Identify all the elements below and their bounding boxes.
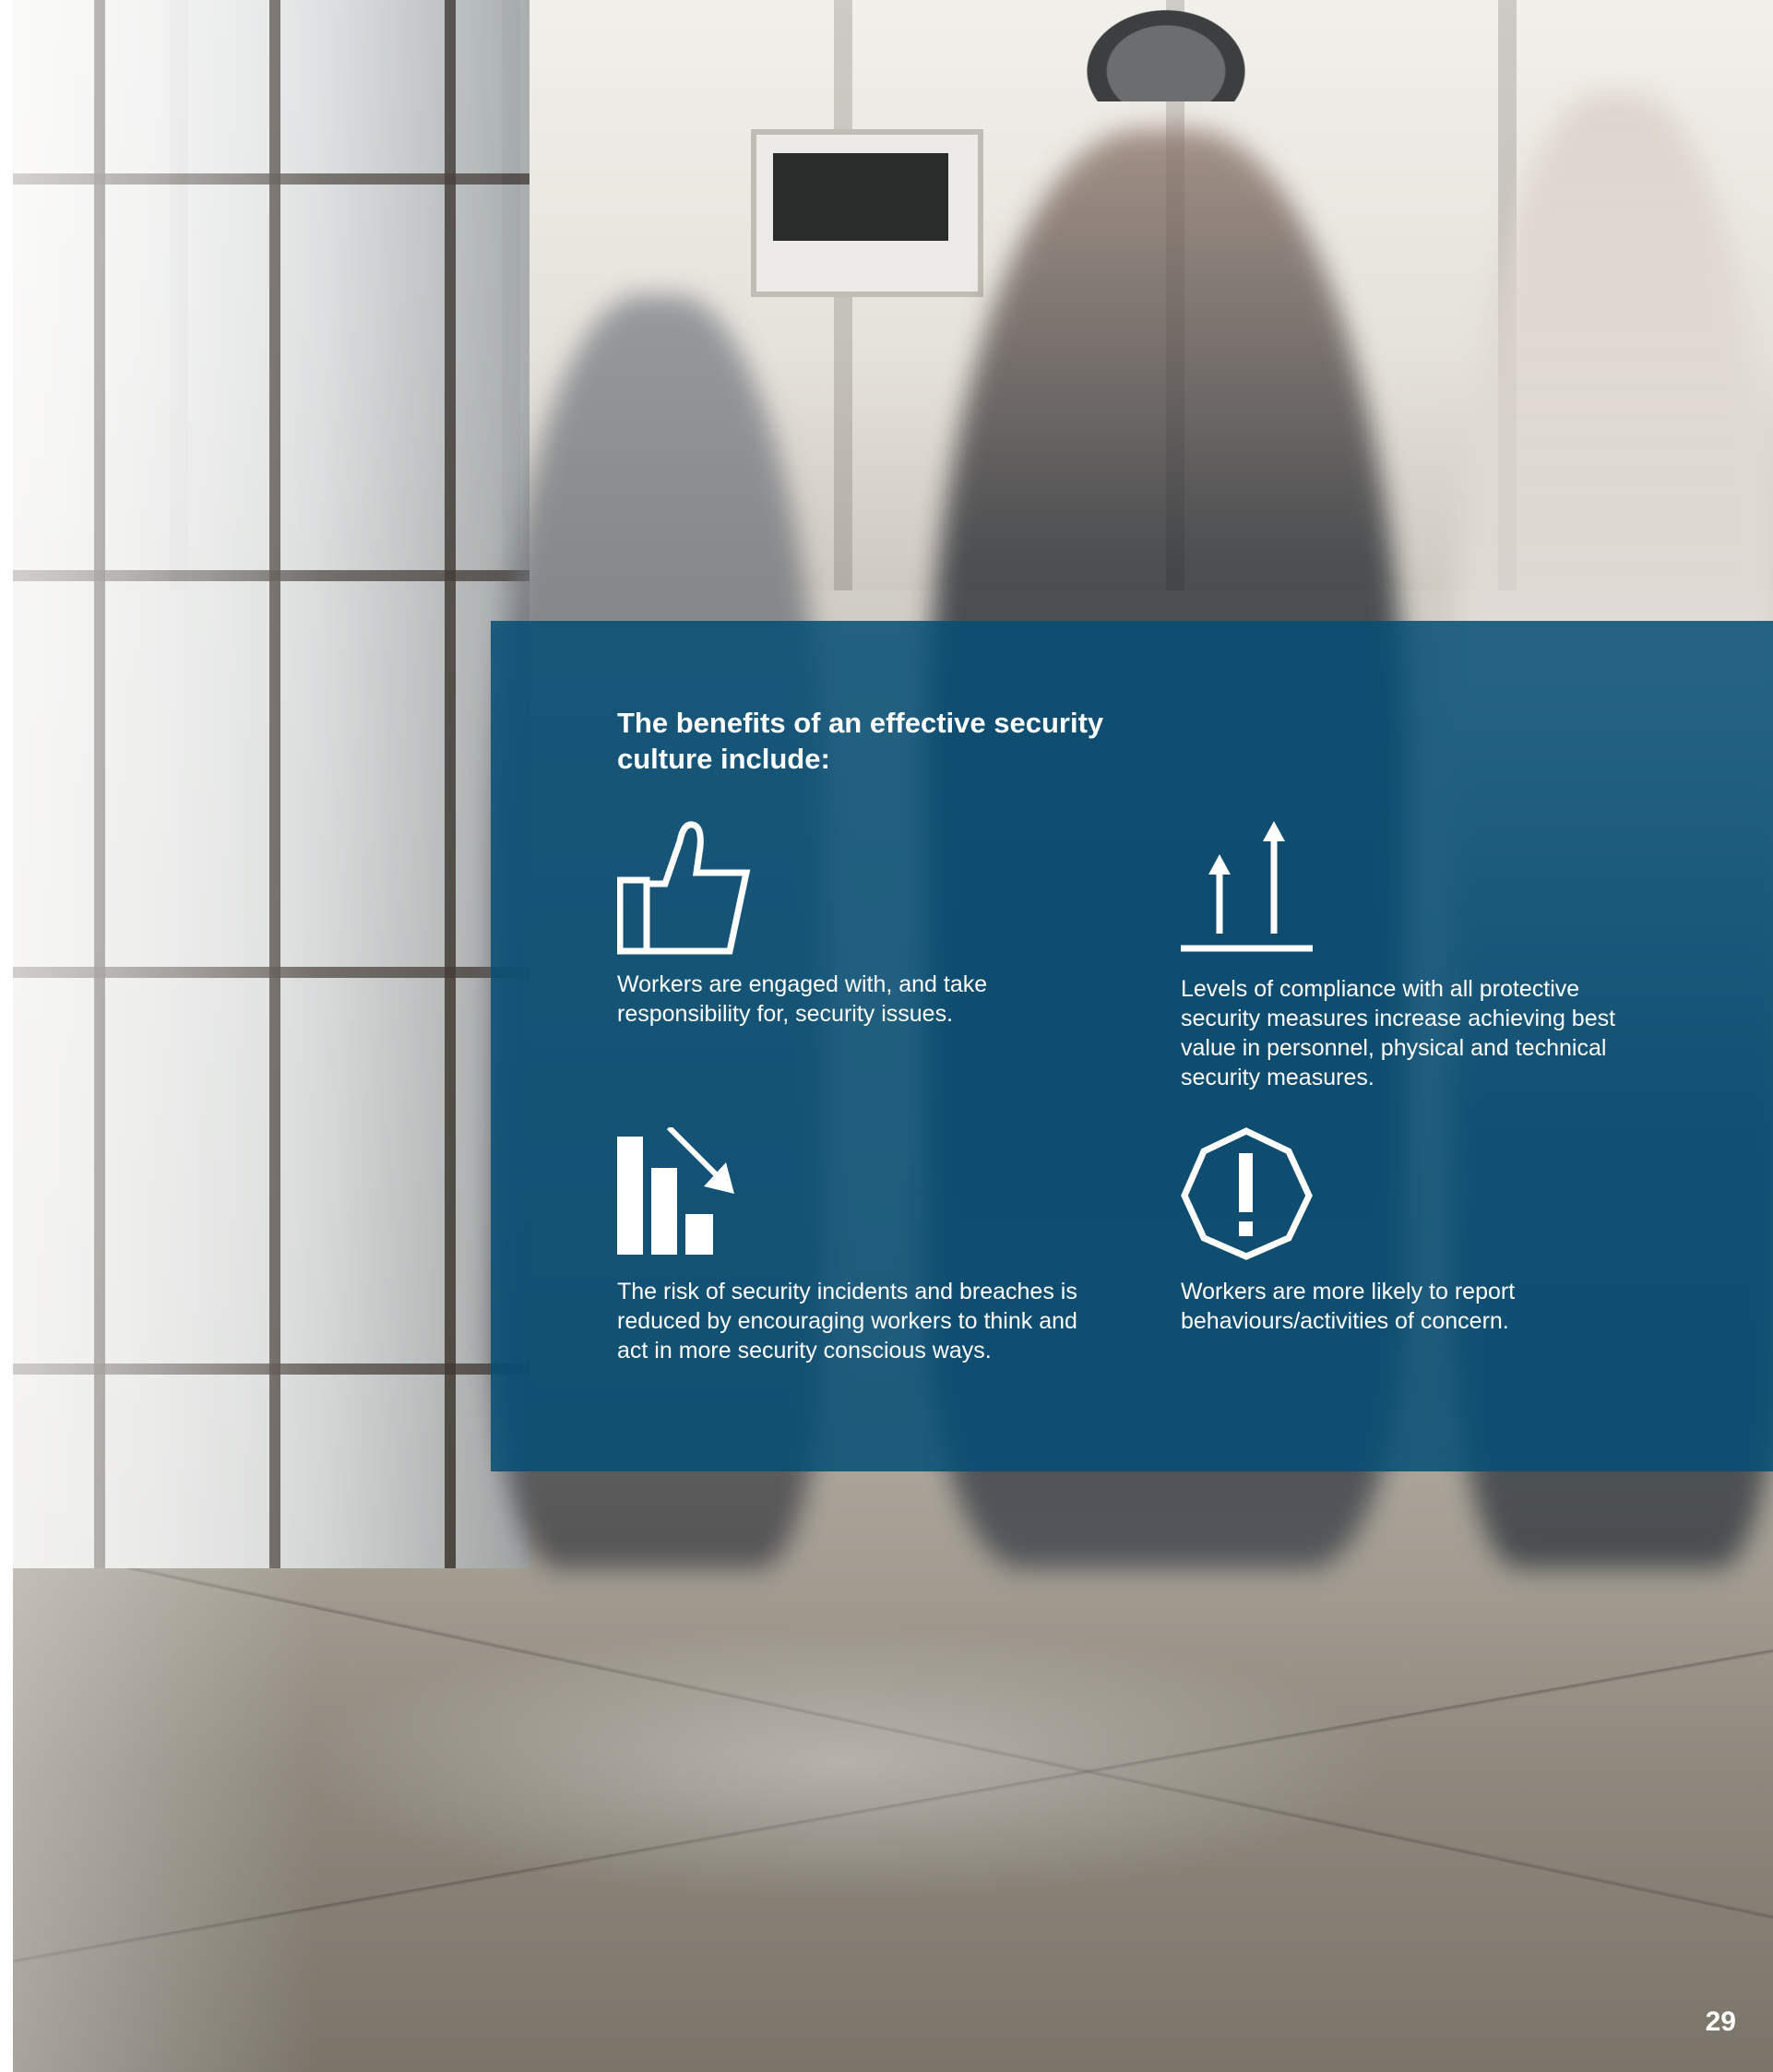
thumbs-up-icon <box>616 819 756 962</box>
background-light-sheen <box>13 0 317 2072</box>
exclamation-heptagon-icon <box>1181 1127 1319 1266</box>
page-number: 29 <box>1705 2007 1736 2037</box>
rising-arrows-icon <box>1181 819 1319 962</box>
panel-title: The benefits of an effective security cu… <box>617 707 1104 775</box>
benefit-text: Workers are engaged with, and take respo… <box>617 971 988 1027</box>
benefit-text: Workers are more likely to report behavi… <box>1181 1279 1516 1334</box>
benefit-text: Levels of compliance with all protective… <box>1181 976 1616 1090</box>
declining-bar-chart-icon <box>617 1125 756 1261</box>
benefit-text: The risk of security incidents and breac… <box>617 1279 1077 1363</box>
background-ceiling-lamp <box>1074 0 1258 101</box>
background-ceiling-vent <box>751 129 983 297</box>
background-floor-sheen <box>290 1624 1397 1900</box>
